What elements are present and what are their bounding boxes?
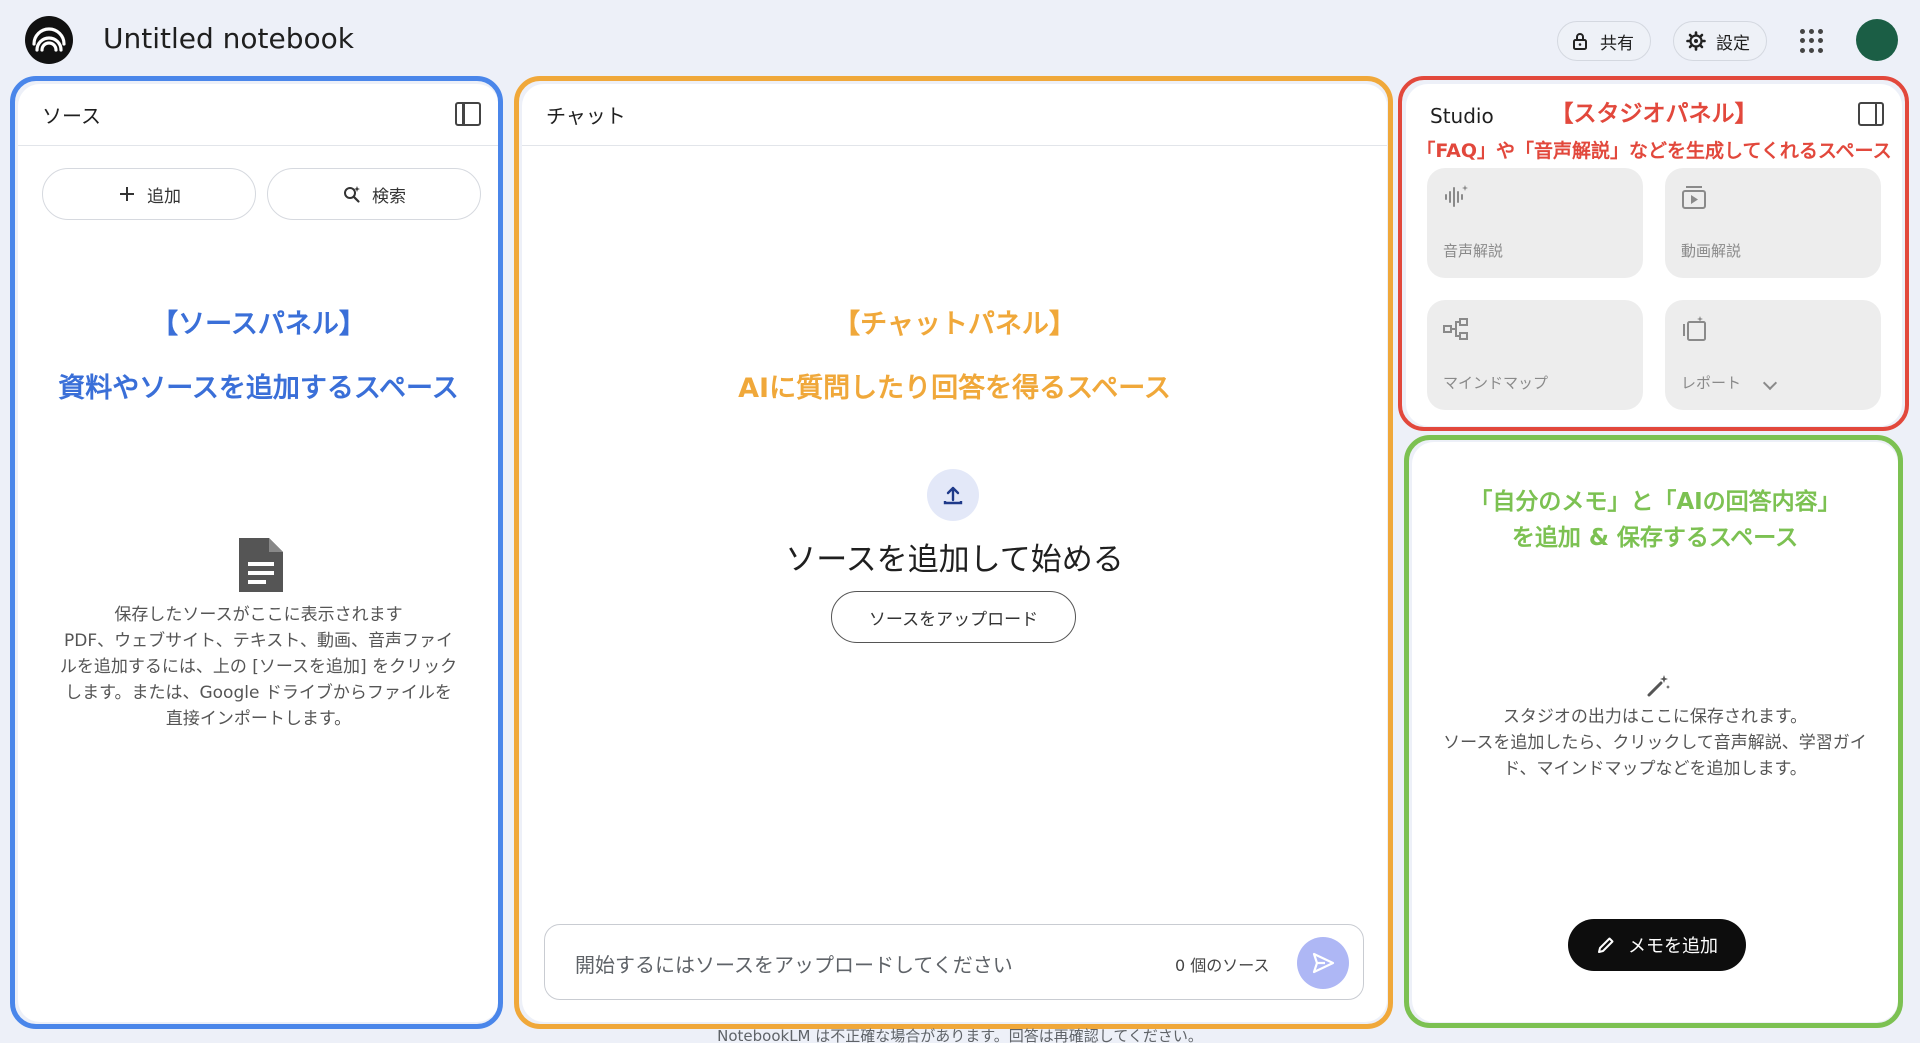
source-annotation-desc: 資料やソースを追加するスペース (58, 373, 459, 404)
notes-annotation-line2: を追加 & 保存するスペース (1511, 525, 1799, 551)
send-icon (1312, 952, 1335, 974)
disclaimer-footer: NotebookLM は不正確な場合があります。回答は再確認してください。 (717, 1027, 1203, 1043)
chat-start-heading: ソースを追加して始める (785, 542, 1124, 578)
avatar[interactable] (1856, 19, 1898, 61)
source-empty-line: します。または、Google ドライブからファイルを (65, 683, 452, 703)
source-empty-line: PDF、ウェブサイト、テキスト、動画、音声ファイ (64, 631, 453, 651)
share-button[interactable]: 共有 (1557, 21, 1651, 61)
apps-grid-icon[interactable] (1800, 29, 1824, 53)
notes-empty-line: スタジオの出力はここに保存されます。 (1502, 707, 1808, 727)
studio-tile-label: 動画解説 (1681, 242, 1742, 260)
document-icon (239, 538, 283, 592)
chat-annotation-title: 【チャットパネル】 (833, 309, 1076, 340)
add-source-button[interactable]: 追加 (42, 168, 256, 220)
notes-annotation-line1: 「自分のメモ」と「AIの回答内容」 (1469, 489, 1841, 515)
chat-annotation-desc: AIに質問したり回答を得るスペース (738, 373, 1171, 404)
search-sparkle-icon (344, 186, 360, 203)
upload-icon (927, 469, 979, 521)
studio-tile-label: マインドマップ (1443, 374, 1549, 392)
plus-icon (120, 187, 134, 201)
source-empty-line: ルを追加するには、上の [ソースを追加] をクリック (59, 657, 458, 677)
send-button[interactable] (1297, 937, 1349, 989)
add-memo-label: メモを追加 (1628, 936, 1718, 957)
magic-wand-icon (1647, 675, 1670, 697)
gear-icon (1686, 31, 1706, 51)
studio-tile-label: 音声解説 (1443, 242, 1504, 260)
chat-input[interactable]: 開始するにはソースをアップロードしてください 0 個のソース (544, 924, 1364, 1000)
studio-tile-mindmap[interactable]: マインドマップ (1427, 300, 1643, 410)
settings-label: 設定 (1716, 33, 1750, 54)
studio-tile-report[interactable]: レポート (1665, 300, 1881, 410)
chat-panel: チャット 【チャットパネル】 AIに質問したり回答を得るスペース ソースを追加し… (522, 84, 1387, 1022)
add-memo-button[interactable]: メモを追加 (1568, 919, 1746, 971)
notes-panel: 「自分のメモ」と「AIの回答内容」 を追加 & 保存するスペース スタジオの出力… (1412, 442, 1898, 1022)
studio-tile-label: レポート (1681, 374, 1742, 392)
pencil-icon (1598, 937, 1614, 953)
notebooklm-logo-icon[interactable] (25, 16, 73, 64)
lock-icon (1573, 33, 1587, 50)
audio-waveform-icon (1445, 185, 1468, 207)
chat-panel-title: チャット (546, 104, 626, 128)
chat-panel-header: チャット (522, 84, 1387, 146)
chevron-down-icon[interactable] (1762, 375, 1778, 391)
studio-panel: Studio 【スタジオパネル】 「FAQ」や「音声解説」などを生成してくれるス… (1406, 84, 1902, 426)
source-panel: ソース 追加 検索 【ソースパネル】 資料やソースを追加するスペース 保存したソ… (18, 84, 499, 1022)
mind-map-icon (1443, 318, 1468, 340)
notes-empty-line: ソースを追加したら、クリックして音声解説、学習ガイ (1443, 733, 1867, 753)
source-empty-state: 保存したソースがここに表示されます PDF、ウェブサイト、テキスト、動画、音声フ… (18, 602, 499, 732)
source-empty-title: 保存したソースがここに表示されます (114, 605, 403, 625)
search-source-button[interactable]: 検索 (267, 168, 481, 220)
source-empty-line: 直接インポートします。 (165, 709, 352, 729)
studio-tile-video[interactable]: 動画解説 (1665, 168, 1881, 278)
source-annotation-title: 【ソースパネル】 (151, 309, 366, 340)
notes-empty-state: スタジオの出力はここに保存されます。 ソースを追加したら、クリックして音声解説、… (1412, 704, 1898, 782)
search-source-label: 検索 (372, 186, 406, 207)
app-header: Untitled notebook 共有 設定 (0, 0, 1920, 78)
source-panel-header: ソース (18, 84, 499, 146)
studio-annotation-title: 【スタジオパネル】 (1550, 101, 1758, 127)
studio-tile-audio[interactable]: 音声解説 (1427, 168, 1643, 278)
video-icon (1682, 186, 1706, 209)
collapse-panel-icon[interactable] (455, 102, 481, 126)
add-source-label: 追加 (147, 186, 181, 207)
notes-empty-line: ド、マインドマップなどを追加します。 (1503, 759, 1807, 779)
notebook-title[interactable]: Untitled notebook (103, 22, 354, 55)
source-panel-title: ソース (42, 104, 101, 128)
report-icon (1683, 316, 1706, 341)
studio-annotation-desc: 「FAQ」や「音声解説」などを生成してくれるスペース (1416, 140, 1892, 162)
source-count: 0 個のソース (1175, 956, 1270, 975)
share-label: 共有 (1600, 33, 1634, 54)
settings-button[interactable]: 設定 (1673, 21, 1767, 61)
chat-input-placeholder: 開始するにはソースをアップロードしてください (575, 953, 1013, 977)
upload-source-button[interactable]: ソースをアップロード (831, 591, 1076, 643)
